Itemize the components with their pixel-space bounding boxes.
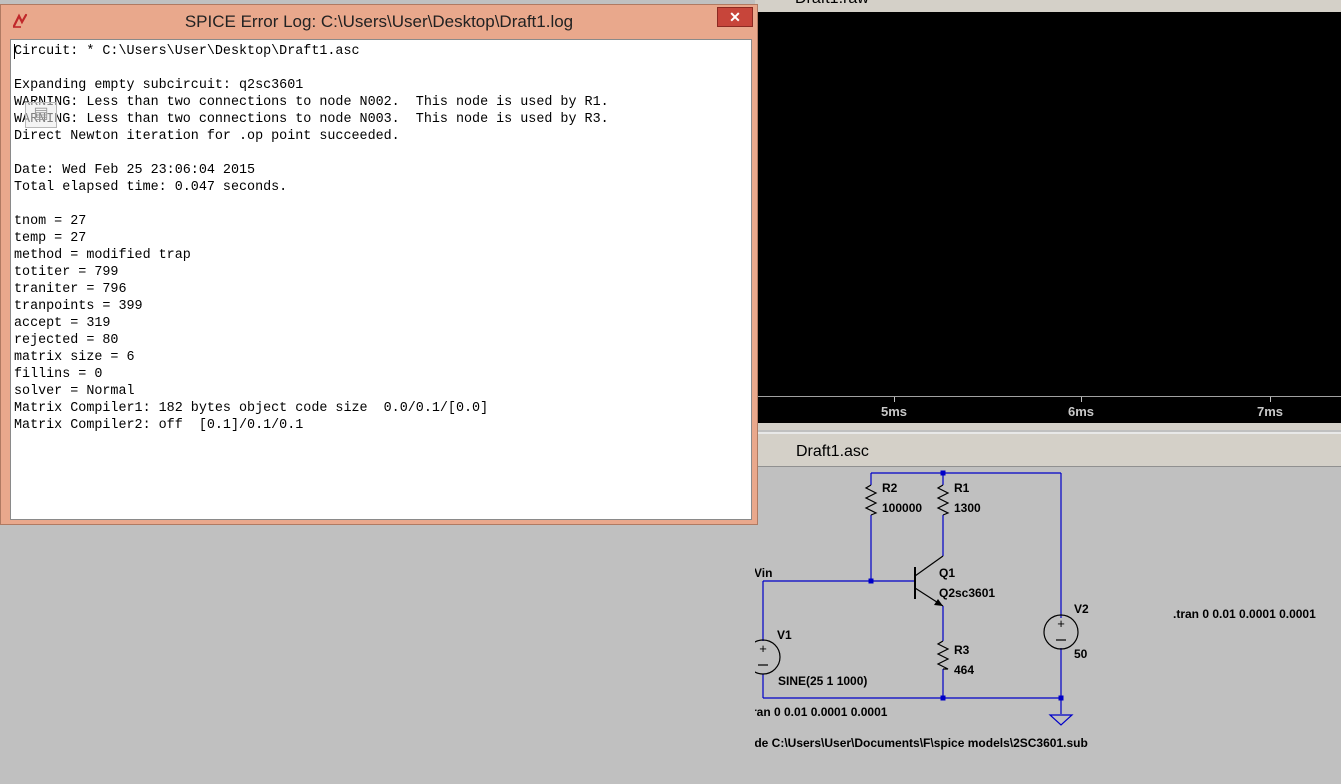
x-tick [894,397,895,402]
schematic-canvas[interactable]: R2 100000 R1 1300 Q1 Q2sc3601 R3 464 + V… [755,432,1341,784]
error-log-window[interactable]: SPICE Error Log: C:\Users\User\Desktop\D… [0,4,758,525]
q1-model: Q2sc3601 [939,586,995,600]
error-log-title: SPICE Error Log: C:\Users\User\Desktop\D… [184,12,574,31]
tran-comment[interactable]: ;tran 0 0.01 0.0001 0.0001 [755,705,888,719]
error-log-text[interactable]: Circuit: * C:\Users\User\Desktop\Draft1.… [11,40,751,434]
tray-icon: ▤ [25,102,57,128]
log-line: Matrix Compiler2: off [0.1]/0.1/0.1 [14,418,304,433]
log-line: Direct Newton iteration for .op point su… [14,129,400,144]
r1-name: R1 [954,481,970,495]
log-line: matrix size = 6 [14,350,135,365]
voltage-source-v1[interactable]: + V1 SINE(25 1 1000) [755,628,867,688]
waveform-window[interactable]: Draft1.raw 5ms 6ms 7ms [755,0,1341,430]
log-line: tnom = 27 [14,214,87,229]
r3-name: R3 [954,643,970,657]
log-line: accept = 319 [14,316,111,331]
text-caret [14,44,15,59]
waveform-plot-area[interactable] [755,12,1341,396]
include-directive[interactable]: .include C:\Users\User\Documents\F\spice… [755,736,1088,750]
transistor-q1[interactable]: Q1 Q2sc3601 [914,555,995,607]
close-button[interactable]: ✕ [717,7,753,27]
log-line: solver = Normal [14,384,135,399]
r1-value: 1300 [954,501,981,515]
log-line: traniter = 796 [14,282,127,297]
tran-directive[interactable]: .tran 0 0.01 0.0001 0.0001 [1173,607,1316,621]
log-line: temp = 27 [14,231,87,246]
log-line: Expanding empty subcircuit: q2sc3601 [14,78,304,93]
log-line: Total elapsed time: 0.047 seconds. [14,180,288,195]
log-line: Date: Wed Feb 25 23:06:04 2015 [14,163,256,178]
net-label-vin[interactable]: Vin [755,566,772,580]
ground-icon[interactable] [1048,714,1074,726]
schematic-window[interactable]: Draft1.asc R2 100000 R1 1300 Q1 Q2sc3601… [755,432,1341,784]
log-line: Circuit: * C:\Users\User\Desktop\Draft1.… [14,44,360,59]
log-line: Matrix Compiler1: 182 bytes object code … [14,401,489,416]
log-line: rejected = 80 [14,333,119,348]
plus-icon: + [1057,616,1065,631]
r3-value: 464 [954,663,974,677]
q1-name: Q1 [939,566,955,580]
v2-name: V2 [1074,602,1089,616]
voltage-source-v2[interactable]: + V2 50 [1043,602,1089,661]
error-log-text-area[interactable]: Circuit: * C:\Users\User\Desktop\Draft1.… [10,39,752,520]
r2-value: 100000 [882,501,922,515]
log-line: fillins = 0 [14,367,103,382]
log-line: WARNING: Less than two connections to no… [14,112,609,127]
error-log-title-bar[interactable]: SPICE Error Log: C:\Users\User\Desktop\D… [1,5,757,39]
log-line: totiter = 799 [14,265,119,280]
plus-icon: + [759,641,767,656]
x-tick [1081,397,1082,402]
r2-name: R2 [882,481,898,495]
waveform-window-title: Draft1.raw [795,0,869,8]
x-tick [1270,397,1271,402]
x-tick-label: 7ms [1256,404,1284,419]
x-tick-label: 5ms [880,404,908,419]
resistor-r2[interactable]: R2 100000 [864,481,922,516]
log-line: method = modified trap [14,248,191,263]
close-icon: ✕ [729,9,741,25]
v1-name: V1 [777,628,792,642]
log-line: tranpoints = 399 [14,299,143,314]
resistor-r1[interactable]: R1 1300 [936,481,981,516]
log-line: WARNING: Less than two connections to no… [14,95,609,110]
v2-value: 50 [1074,647,1088,661]
x-axis: 5ms 6ms 7ms [755,396,1341,423]
v1-value: SINE(25 1 1000) [778,674,867,688]
x-tick-label: 6ms [1067,404,1095,419]
